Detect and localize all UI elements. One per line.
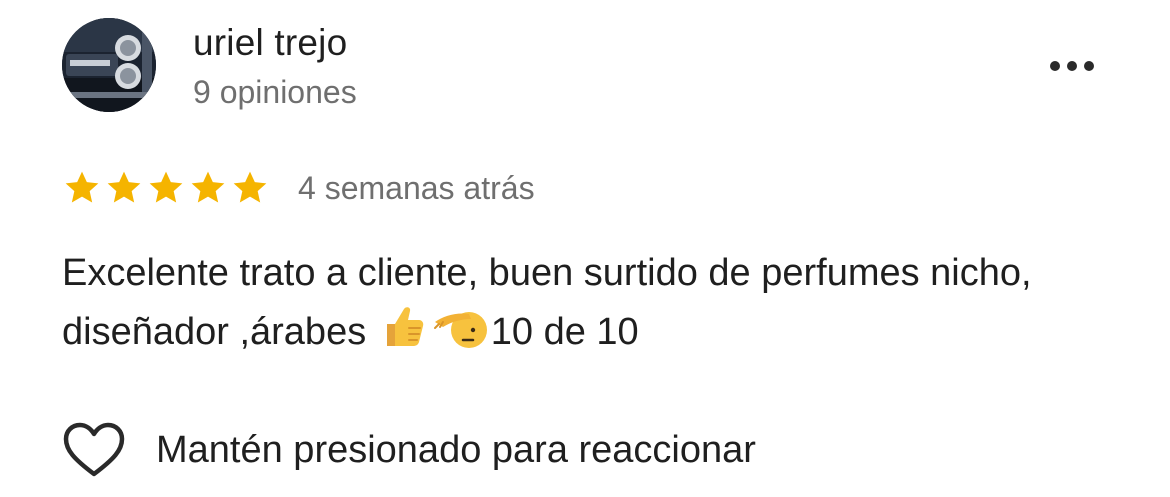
more-horizontal-icon-dot	[1084, 61, 1094, 71]
review-time: 4 semanas atrás	[298, 169, 535, 206]
review-text-rating: 10 de 10	[490, 311, 639, 353]
saluting-face-emoji-icon	[433, 302, 489, 369]
rating-row: 4 semanas atrás	[62, 166, 535, 210]
star-rating	[62, 168, 270, 208]
review-card: uriel trejo 9 opiniones 4 semanas atrás	[0, 0, 1170, 497]
star-icon	[230, 168, 270, 208]
more-horizontal-icon-dot	[1067, 61, 1077, 71]
review-count: 9 opiniones	[193, 74, 357, 110]
more-options-button[interactable]	[1040, 48, 1104, 84]
star-icon	[104, 168, 144, 208]
heart-outline-icon[interactable]	[62, 421, 126, 479]
react-button[interactable]: Mantén presionado para reaccionar	[62, 420, 756, 480]
react-label: Mantén presionado para reaccionar	[156, 428, 756, 471]
review-text: Excelente trato a cliente, buen surtido …	[62, 244, 1122, 369]
avatar-image	[62, 18, 156, 112]
more-horizontal-icon	[1050, 61, 1060, 71]
star-icon	[146, 168, 186, 208]
thumbs-up-emoji-icon	[379, 302, 429, 369]
star-icon	[62, 168, 102, 208]
avatar[interactable]	[62, 18, 156, 112]
reviewer-name[interactable]: uriel trejo	[193, 22, 347, 64]
star-icon	[188, 168, 228, 208]
